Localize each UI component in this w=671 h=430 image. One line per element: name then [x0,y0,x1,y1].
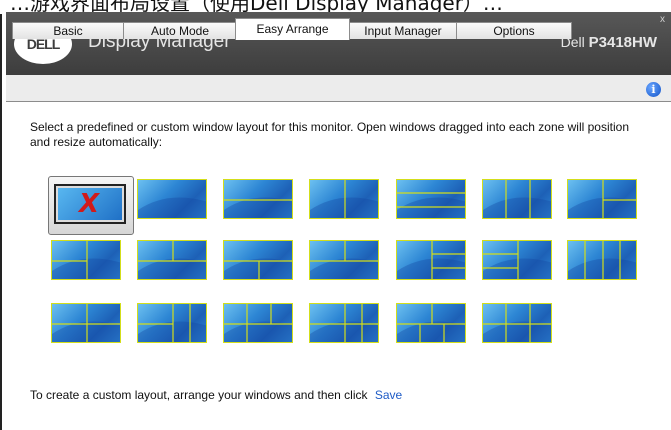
layout-option-two-cols[interactable] [306,176,382,222]
wallpaper-swoosh [397,321,465,342]
wallpaper-swoosh [310,258,378,279]
zone-lines [397,304,465,342]
layout-preview [482,179,552,219]
layout-option-four-cols[interactable] [564,237,640,283]
layout-preview [223,240,293,280]
layout-option-left-three[interactable] [479,237,555,283]
layout-preview [309,303,379,343]
footer-text: To create a custom layout, arrange your … [30,388,368,402]
wallpaper-swoosh [138,197,206,218]
zone-lines [568,241,636,279]
layout-preview [567,240,637,280]
layout-option-right-three[interactable] [393,237,469,283]
zone-lines [310,180,378,218]
info-icon[interactable]: i [646,82,661,97]
layout-option-right-split[interactable] [564,176,640,222]
tab-divider [6,101,671,102]
display-manager-window: DELL Display Manager Dell P3418HW x Basi… [6,12,671,430]
zone-lines [52,241,120,279]
layout-preview [309,179,379,219]
zone-lines [138,241,206,279]
no-layout-icon: X [79,189,100,219]
layout-option-top-left-split[interactable] [134,237,210,283]
tab-auto-mode[interactable]: Auto Mode [123,22,237,39]
close-icon[interactable]: x [660,14,665,25]
zone-lines [310,241,378,279]
zone-lines [568,180,636,218]
zone-lines [397,241,465,279]
zone-lines [483,304,551,342]
zone-lines [224,258,292,279]
layout-description: Select a predefined or custom window lay… [30,120,629,149]
layout-option-five-grid-a[interactable] [306,300,382,346]
zone-lines [483,241,551,279]
tab-options[interactable]: Options [456,22,572,39]
layout-preview [482,240,552,280]
layout-option-none[interactable]: X [48,176,134,235]
layout-option-four-grid-c[interactable] [220,300,296,346]
layout-option-left-split[interactable] [48,237,124,283]
tab-bar [6,75,671,102]
layout-preview [396,240,466,280]
layout-preview [51,240,121,280]
layout-option-four-grid-a[interactable] [48,300,124,346]
layout-preview [482,303,552,343]
wallpaper-swoosh [224,321,292,342]
zone-lines [138,197,206,218]
layout-option-five-grid-b[interactable] [393,300,469,346]
layout-option-three-rows[interactable] [393,176,469,222]
wallpaper-swoosh [483,321,551,342]
layout-preview: X [54,184,126,224]
zone-lines [138,304,206,342]
layout-option-four-grid-b[interactable] [134,300,210,346]
wallpaper-swoosh [397,197,465,218]
layout-preview [396,179,466,219]
layout-preview [396,303,466,343]
wallpaper-swoosh [483,197,551,218]
tab-easy-arrange[interactable]: Easy Arrange [235,18,350,40]
layout-preview [137,179,207,219]
layout-option-bottom-split[interactable] [220,237,296,283]
custom-layout-hint: To create a custom layout, arrange your … [30,388,402,402]
zone-lines [483,180,551,218]
layout-preview [309,240,379,280]
layout-preview [51,303,121,343]
zone-lines [224,304,292,342]
layout-preview [223,303,293,343]
zone-lines [397,192,465,218]
layout-preview [223,179,293,219]
layout-option-three-cols[interactable] [479,176,555,222]
monitor-model: Dell P3418HW [561,34,657,51]
layout-option-two-rows[interactable] [220,176,296,222]
wallpaper-swoosh [224,197,292,218]
model-number: P3418HW [588,34,657,51]
tab-input-manager[interactable]: Input Manager [349,22,457,39]
zone-lines [310,304,378,342]
save-link[interactable]: Save [375,388,402,402]
layout-option-top-right-split[interactable] [306,237,382,283]
layout-preview [137,240,207,280]
layout-option-full[interactable] [134,176,210,222]
window-edge [0,14,2,430]
zone-lines [52,304,120,342]
layout-preview [567,179,637,219]
layout-preview [137,303,207,343]
zone-lines [224,197,292,218]
layout-preview-screen: X [58,188,122,220]
wallpaper-swoosh [138,258,206,279]
layout-option-six-grid[interactable] [479,300,555,346]
tab-basic[interactable]: Basic [12,22,124,39]
